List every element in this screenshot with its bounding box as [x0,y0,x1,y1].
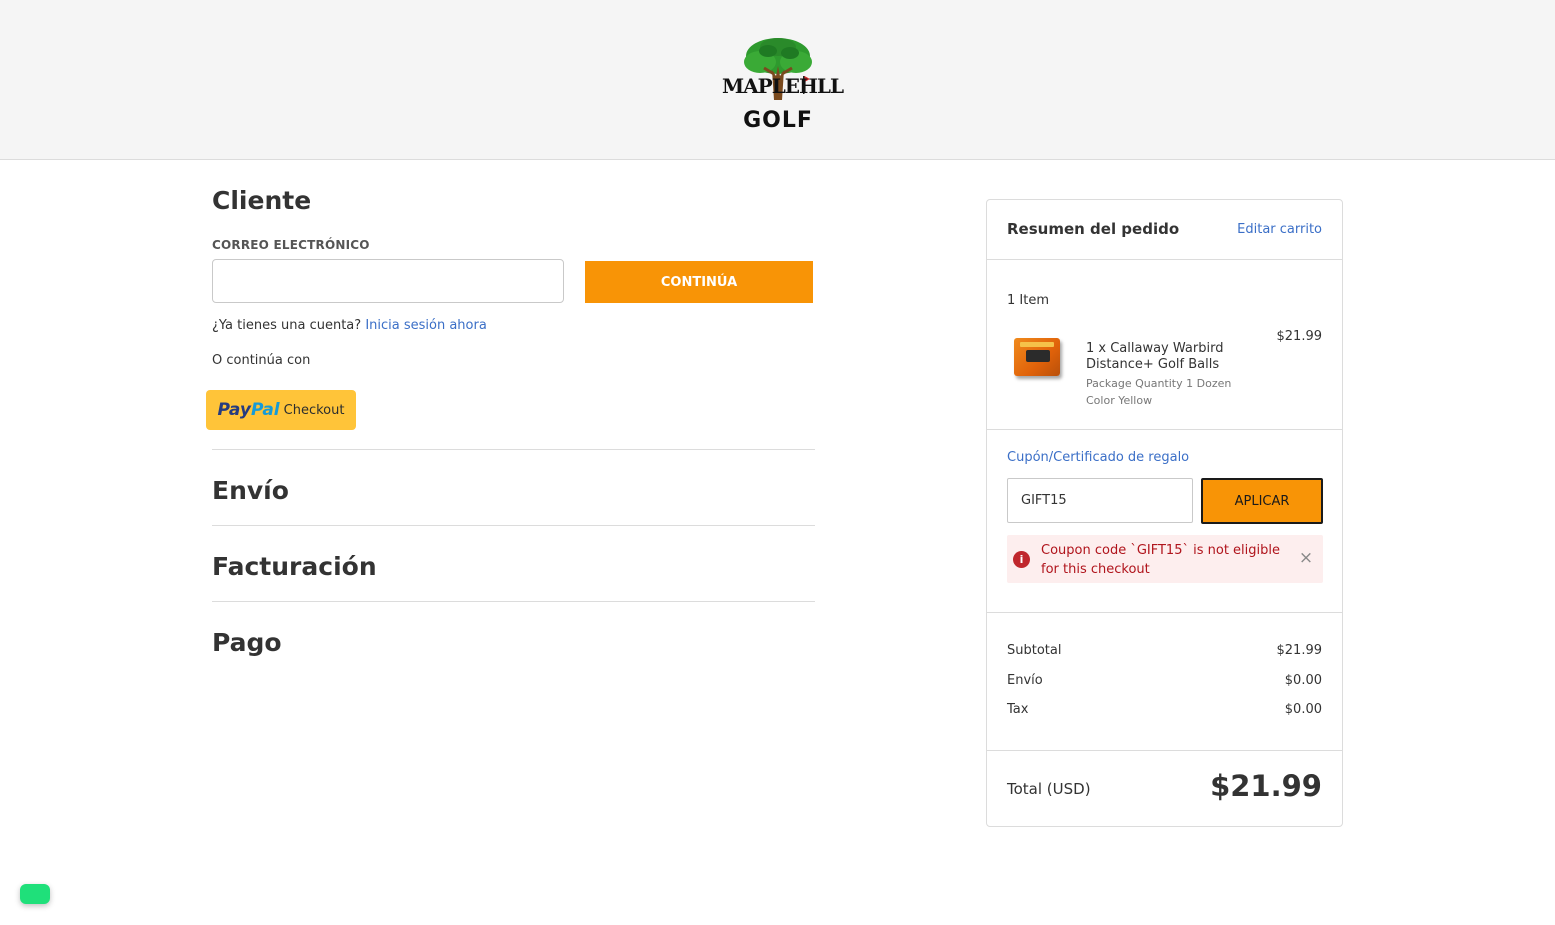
payment-step: Pago [212,628,282,657]
logo-wordmark: MAPLE H LL [722,74,844,98]
shipping-step-title: Envío [212,476,289,505]
customer-step-title: Cliente [212,186,312,215]
tax-value: $0.00 [1284,702,1322,717]
shipping-label: Envío [1007,673,1043,688]
or-continue-text: O continúa con [212,353,311,368]
order-summary: Resumen del pedido Editar carrito 1 Item… [986,199,1343,827]
account-prompt-text: ¿Ya tienes una cuenta? [212,318,362,333]
items-count: 1 Item [1007,293,1049,308]
site-header: MAPLE H LL GOLF [0,0,1555,160]
maple-hill-golf-logo[interactable]: MAPLE H LL GOLF [720,36,844,136]
logo-golf-text: GOLF [743,108,813,133]
step-divider [212,601,815,602]
coupon-toggle-link[interactable]: Cupón/Certificado de regalo [1007,450,1189,465]
product-price: $21.99 [1276,329,1323,344]
close-icon[interactable]: × [1297,548,1315,568]
subtotal-value: $21.99 [1276,643,1323,658]
paypal-checkout-button[interactable]: PayPal Checkout [206,390,356,430]
sign-in-link[interactable]: Inicia sesión ahora [365,318,487,333]
chat-widget-button[interactable] [20,884,50,904]
product-option-color: Color Yellow [1086,394,1153,407]
paypal-logo-pay: Pay [217,400,251,420]
step-divider [212,449,815,450]
shipping-row: Envío $0.00 [1007,673,1322,688]
tax-label: Tax [1007,702,1029,717]
edit-cart-link[interactable]: Editar carrito [1237,222,1322,237]
step-divider [212,525,815,526]
account-prompt: ¿Ya tienes una cuenta? Inicia sesión aho… [212,318,487,333]
product-image [1014,338,1060,376]
error-icon: i [1013,551,1030,568]
subtotal-label: Subtotal [1007,643,1062,658]
summary-totals: Subtotal $21.99 Envío $0.00 Tax $0.00 [987,613,1342,751]
subtotal-row: Subtotal $21.99 [1007,643,1322,658]
customer-step: Cliente [212,186,311,215]
coupon-section: Cupón/Certificado de regalo APLICAR i Co… [987,430,1342,613]
email-input[interactable] [212,259,564,303]
grand-total-value: $21.99 [1210,769,1322,803]
apply-coupon-button[interactable]: APLICAR [1201,478,1323,524]
coupon-input[interactable] [1007,478,1193,523]
paypal-checkout-label: Checkout [283,402,345,418]
summary-items: 1 Item 1 x Callaway Warbird Distance+ Go… [987,260,1342,430]
paypal-logo-pal: Pal [250,400,280,420]
billing-step: Facturación [212,552,377,581]
billing-step-title: Facturación [212,552,377,581]
product-name: 1 x Callaway Warbird Distance+ Golf Ball… [1086,341,1224,372]
product-option-quantity: Package Quantity 1 Dozen [1086,377,1232,390]
tax-row: Tax $0.00 [1007,702,1322,717]
shipping-step: Envío [212,476,289,505]
coupon-error-message: Coupon code `GIFT15` is not eligible for… [1041,543,1280,577]
payment-step-title: Pago [212,628,282,657]
shipping-value: $0.00 [1284,673,1322,688]
coupon-error-alert: i Coupon code `GIFT15` is not eligible f… [1007,535,1323,583]
grand-total-section: Total (USD) $21.99 [987,751,1342,826]
grand-total-label: Total (USD) [1007,780,1091,798]
continue-button[interactable]: CONTINÚA [585,261,813,303]
summary-header: Resumen del pedido Editar carrito [987,200,1342,260]
summary-title: Resumen del pedido [1007,220,1180,238]
paypal-logo: PayPal [218,400,280,420]
email-label: CORREO ELECTRÓNICO [212,238,370,252]
